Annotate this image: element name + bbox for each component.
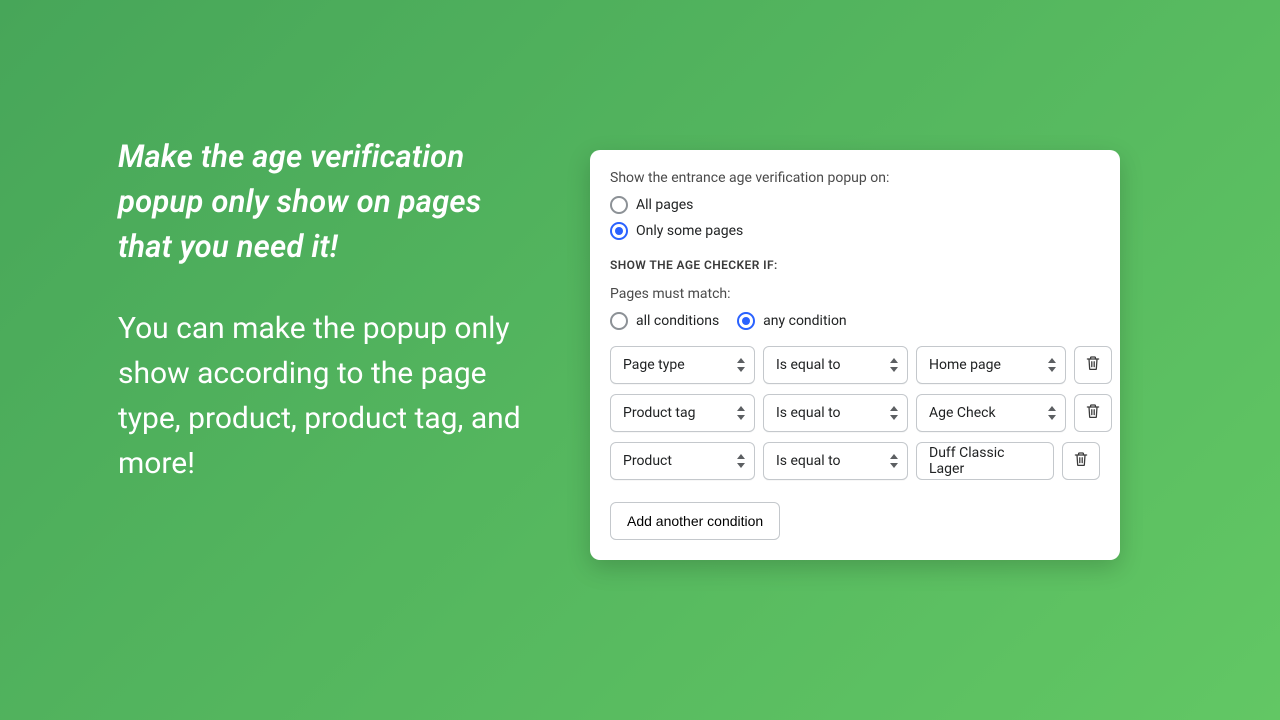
condition-value-input[interactable]: Duff Classic Lager bbox=[916, 442, 1054, 480]
section-heading: SHOW THE AGE CHECKER IF: bbox=[610, 258, 1100, 272]
radio-label: all conditions bbox=[636, 313, 719, 329]
stepper-icon bbox=[736, 454, 746, 468]
radio-label: any condition bbox=[763, 313, 847, 329]
settings-panel: Show the entrance age verification popup… bbox=[590, 150, 1120, 560]
match-label: Pages must match: bbox=[610, 286, 1100, 302]
delete-condition-button[interactable] bbox=[1062, 442, 1100, 480]
radio-only-some-pages[interactable]: Only some pages bbox=[610, 222, 1100, 240]
marketing-copy: Make the age verification popup only sho… bbox=[0, 135, 530, 486]
condition-operator-select[interactable]: Is equal to bbox=[763, 442, 908, 480]
select-value: Home page bbox=[929, 357, 1001, 373]
add-condition-button[interactable]: Add another condition bbox=[610, 502, 780, 540]
condition-value-select[interactable]: Home page bbox=[916, 346, 1066, 384]
conditions-list: Page type Is equal to Home page Product tag… bbox=[610, 346, 1100, 480]
delete-condition-button[interactable] bbox=[1074, 346, 1112, 384]
radio-all-conditions[interactable]: all conditions bbox=[610, 312, 719, 330]
condition-operator-select[interactable]: Is equal to bbox=[763, 394, 908, 432]
delete-condition-button[interactable] bbox=[1074, 394, 1112, 432]
condition-row: Product Is equal to Duff Classic Lager bbox=[610, 442, 1100, 480]
stepper-icon bbox=[889, 406, 899, 420]
condition-field-select[interactable]: Page type bbox=[610, 346, 755, 384]
select-value: Page type bbox=[623, 357, 685, 373]
stepper-icon bbox=[736, 406, 746, 420]
radio-label: Only some pages bbox=[636, 223, 743, 239]
radio-all-pages[interactable]: All pages bbox=[610, 196, 1100, 214]
add-condition-label: Add another condition bbox=[627, 513, 763, 529]
subtext: You can make the popup only show accordi… bbox=[118, 306, 530, 486]
select-value: Product bbox=[623, 453, 672, 469]
radio-icon bbox=[737, 312, 755, 330]
condition-row: Product tag Is equal to Age Check bbox=[610, 394, 1100, 432]
headline-text: Make the age verification popup only sho… bbox=[118, 135, 530, 270]
trash-icon bbox=[1073, 451, 1089, 471]
stepper-icon bbox=[889, 358, 899, 372]
radio-icon bbox=[610, 196, 628, 214]
radio-label: All pages bbox=[636, 197, 693, 213]
radio-icon bbox=[610, 312, 628, 330]
stepper-icon bbox=[1047, 406, 1057, 420]
select-value: Age Check bbox=[929, 405, 996, 421]
condition-field-select[interactable]: Product bbox=[610, 442, 755, 480]
trash-icon bbox=[1085, 355, 1101, 375]
stepper-icon bbox=[1047, 358, 1057, 372]
condition-operator-select[interactable]: Is equal to bbox=[763, 346, 908, 384]
radio-any-condition[interactable]: any condition bbox=[737, 312, 847, 330]
select-value: Is equal to bbox=[776, 405, 841, 421]
input-value: Duff Classic Lager bbox=[929, 445, 1041, 477]
select-value: Product tag bbox=[623, 405, 695, 421]
stepper-icon bbox=[736, 358, 746, 372]
condition-row: Page type Is equal to Home page bbox=[610, 346, 1100, 384]
select-value: Is equal to bbox=[776, 357, 841, 373]
select-value: Is equal to bbox=[776, 453, 841, 469]
trash-icon bbox=[1085, 403, 1101, 423]
match-mode-row: all conditions any condition bbox=[610, 312, 1100, 330]
show-on-label: Show the entrance age verification popup… bbox=[610, 170, 1100, 186]
radio-icon bbox=[610, 222, 628, 240]
stepper-icon bbox=[889, 454, 899, 468]
condition-field-select[interactable]: Product tag bbox=[610, 394, 755, 432]
condition-value-select[interactable]: Age Check bbox=[916, 394, 1066, 432]
